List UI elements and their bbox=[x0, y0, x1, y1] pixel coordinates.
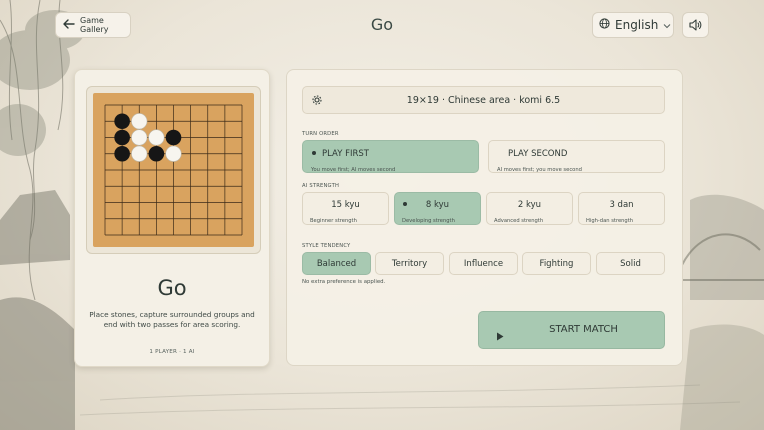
language-select[interactable]: English bbox=[592, 12, 674, 38]
strength-option-15-kyu[interactable]: 15 kyu Beginner strength bbox=[302, 192, 389, 225]
game-title: Go bbox=[157, 276, 187, 300]
strength-8-kyu-description: Developing strength bbox=[402, 218, 455, 224]
strength-15-kyu-description: Beginner strength bbox=[310, 218, 357, 224]
chevron-down-icon bbox=[663, 18, 671, 32]
rules-summary-text: 19×19 · Chinese area · komi 6.5 bbox=[406, 94, 561, 106]
strength-option-2-kyu[interactable]: 2 kyu Advanced strength bbox=[486, 192, 573, 225]
white-stone bbox=[131, 113, 148, 130]
start-match-button[interactable]: START MATCH bbox=[478, 311, 665, 349]
rules-summary-bar: 19×19 · Chinese area · komi 6.5 bbox=[302, 86, 665, 114]
speaker-icon bbox=[689, 16, 702, 35]
white-stone bbox=[131, 145, 148, 162]
strength-option-8-kyu[interactable]: 8 kyu Developing strength bbox=[394, 192, 481, 225]
go-board-preview bbox=[93, 93, 254, 247]
black-stone bbox=[148, 145, 165, 162]
strength-option-3-dan[interactable]: 3 dan High-dan strength bbox=[578, 192, 665, 225]
style-option-fighting[interactable]: Fighting bbox=[522, 252, 591, 275]
strength-2-kyu-description: Advanced strength bbox=[494, 218, 544, 224]
board-preview-frame bbox=[86, 86, 261, 254]
language-label: English bbox=[615, 18, 659, 32]
game-description: Place stones, capture surrounded groups … bbox=[89, 310, 255, 329]
black-stone bbox=[165, 129, 182, 146]
strength-3-dan-description: High-dan strength bbox=[586, 218, 634, 224]
game-card: Go Place stones, capture surrounded grou… bbox=[74, 69, 270, 367]
sound-toggle-button[interactable] bbox=[682, 12, 709, 38]
play-second-label: PLAY SECOND bbox=[508, 149, 568, 159]
white-stone bbox=[165, 145, 182, 162]
style-option-influence[interactable]: Influence bbox=[449, 252, 518, 275]
black-stone bbox=[114, 145, 130, 162]
white-stone bbox=[131, 129, 148, 146]
globe-icon bbox=[599, 18, 610, 32]
white-stone bbox=[148, 129, 165, 146]
play-first-option[interactable]: PLAY FIRST You move first; AI moves seco… bbox=[302, 140, 479, 173]
start-match-label: START MATCH bbox=[549, 324, 618, 335]
play-second-option[interactable]: PLAY SECOND AI moves first; you move sec… bbox=[488, 140, 665, 173]
selected-dot-icon bbox=[312, 151, 316, 155]
ai-strength-label: AI STRENGTH bbox=[302, 183, 340, 189]
style-tendency-label: STYLE TENDENCY bbox=[302, 243, 351, 249]
black-stone bbox=[114, 113, 130, 130]
style-option-balanced[interactable]: Balanced bbox=[302, 252, 371, 275]
play-second-description: AI moves first; you move second bbox=[497, 167, 582, 173]
strength-15-kyu-label: 15 kyu bbox=[331, 200, 360, 210]
strength-3-dan-label: 3 dan bbox=[609, 200, 634, 210]
style-note: No extra preference is applied. bbox=[302, 279, 386, 285]
play-first-description: You move first; AI moves second bbox=[311, 167, 396, 173]
play-first-label: PLAY FIRST bbox=[322, 149, 369, 159]
style-option-territory[interactable]: Territory bbox=[375, 252, 444, 275]
strength-8-kyu-label: 8 kyu bbox=[425, 200, 450, 210]
turn-order-label: TURN ORDER bbox=[302, 131, 339, 137]
settings-gear-icon bbox=[311, 91, 323, 110]
player-count: 1 PLAYER · 1 AI bbox=[149, 349, 195, 355]
black-stone bbox=[114, 129, 130, 146]
match-settings-panel: 19×19 · Chinese area · komi 6.5 TURN ORD… bbox=[286, 69, 683, 366]
strength-2-kyu-label: 2 kyu bbox=[517, 200, 542, 210]
style-option-solid[interactable]: Solid bbox=[596, 252, 665, 275]
